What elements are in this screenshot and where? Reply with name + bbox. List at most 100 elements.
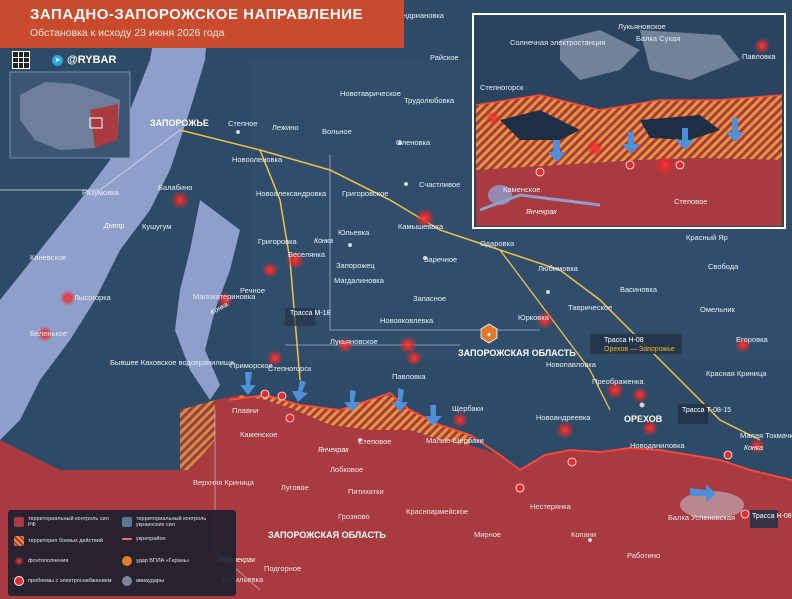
label-dnepr: Днепр	[103, 223, 125, 230]
legend-swatch-uav	[122, 556, 132, 566]
label-lysogorka: Лысогорка	[74, 293, 112, 302]
overview-minimap	[9, 71, 131, 159]
legend-ukrainian: территориальный контроль украинских сил	[122, 516, 230, 528]
legend: территориальный контроль сил РФ территор…	[8, 510, 236, 596]
label-groznovo: Грозново	[338, 512, 370, 521]
legend-swatch-ukrainian	[122, 517, 132, 528]
label-kopani: Копани	[571, 530, 596, 539]
label-konka-1: Конка	[314, 238, 333, 245]
legend-swatch-power	[14, 576, 24, 586]
label-nesteryanka: Нестерянка	[530, 502, 572, 511]
label-zarechnoe: Заречное	[424, 255, 457, 264]
label-orekhov: ОРЕХОВ	[624, 414, 663, 424]
label-novoolenovka: Новооленовка	[232, 155, 283, 164]
label-pyatikhatki: Пятихатки	[348, 487, 384, 496]
label-yurkovka: Юрковка	[518, 313, 550, 322]
label-h08-sub: Орехов — Запорожье	[604, 346, 675, 353]
label-olenovka: Оленовка	[396, 138, 431, 147]
strike-marker	[632, 387, 648, 403]
label-shcherbaki: Щербаки	[452, 404, 483, 413]
strike-marker	[452, 412, 468, 428]
label-balka-uspenovskaya: Балка Успеновская	[668, 513, 735, 522]
strike-marker	[556, 421, 574, 439]
qr-code-icon	[12, 51, 30, 69]
label-m18: Трасса М-18	[290, 310, 331, 317]
label-tavricheskoe: Таврическое	[568, 303, 612, 312]
label-verkhnyaya-krinitsa: Верхняя Криница	[193, 478, 255, 487]
strike-marker	[171, 191, 189, 209]
label-primorskoe: Приморское	[230, 361, 273, 370]
legend-power: проблемы с электроснабжением	[14, 576, 114, 586]
inset-label-pavlovka: Павловка	[742, 52, 776, 61]
inset-label-lukyanovskoe: Лукьяновское	[618, 22, 666, 31]
label-krasnoarmeyskoe: Красноармейское	[406, 507, 468, 516]
label-stepovoe: Степовое	[358, 437, 391, 446]
label-novoandreevka: Новоандреевка	[536, 413, 591, 422]
label-mirnoe: Мирное	[474, 530, 501, 539]
label-malaya-tokmachka: Малая Токмачка	[740, 431, 792, 440]
label-stepnogorsk: Степногорск	[268, 364, 312, 373]
label-h08-bottom: Трасса Н-08	[752, 513, 792, 520]
label-zapasnoe: Запасное	[413, 294, 446, 303]
label-t0815: Трасса Т-08-15	[682, 407, 731, 414]
legend-power-label: проблемы с электроснабжением	[28, 577, 112, 584]
label-novoaleksandrovka: Новоалександровка	[256, 189, 327, 198]
label-krasny-yar: Красный Яр	[686, 233, 728, 242]
label-belenkoe: Беленькое	[30, 329, 67, 338]
legend-uav: удар БПЛА «Герань»	[122, 556, 230, 566]
label-grigorovskoe: Григоровское	[342, 189, 388, 198]
brand-bar: ➤ @RYBAR	[12, 50, 116, 70]
label-kanevskoe: Каневское	[30, 253, 66, 262]
header-banner: ЗАПАДНО-ЗАПОРОЖСКОЕ НАПРАВЛЕНИЕ Обстанов…	[0, 0, 404, 48]
inset-label-solar: Солнечная электростанция	[510, 38, 606, 47]
legend-fortified-label: укрепрайон	[136, 536, 166, 542]
label-svoboda: Свобода	[708, 262, 739, 271]
label-magdalinovka: Магдалиновка	[334, 276, 385, 285]
inset-label-stepnogorsk: Степногорск	[480, 83, 524, 92]
label-krasnaya-krinitsa: Красная Криница	[706, 369, 767, 378]
label-podgornoe: Подгорное	[264, 564, 301, 573]
strike-marker	[262, 262, 278, 278]
label-andrianovka: Андриановка	[398, 11, 445, 20]
legend-strikes-label: фонтополнения	[28, 557, 69, 564]
label-grigorovka: Григоровка	[258, 237, 298, 246]
legend-swatch-russian	[14, 517, 24, 528]
label-kamyshevakha: Камышеваха	[398, 222, 444, 231]
label-zaporozhets: Запорожец	[336, 261, 375, 270]
legend-swatch-contested	[14, 536, 24, 546]
label-rayskoe: Райское	[430, 53, 459, 62]
label-omelnik: Омельник	[700, 305, 736, 314]
inset-label-kamenskoe: Каменское	[503, 185, 540, 194]
label-reservoir: Бывшее Каховское водохранилище	[110, 358, 234, 367]
label-rabotino: Работино	[627, 551, 660, 560]
label-lobkovoe: Лобковое	[330, 465, 363, 474]
label-konka-3: Конка	[744, 445, 763, 452]
legend-aviabomb-label: авиаудары	[136, 577, 164, 584]
label-razumovka: Разумовка	[82, 188, 120, 197]
label-stepnoe-n: Степное	[228, 119, 257, 128]
label-yulevka: Юльевка	[338, 228, 370, 237]
page-subtitle: Обстановка к исходу 23 июня 2026 года	[30, 27, 225, 39]
legend-swatch-fortified	[122, 538, 132, 541]
label-plavni: Плавни	[232, 406, 258, 415]
label-schastlivoe: Счастливое	[419, 180, 460, 189]
label-lezhino: Лежино	[272, 123, 299, 132]
inset-label-balka-sukhaya: Балка Сухая	[636, 34, 680, 43]
legend-swatch-aviabomb	[122, 576, 132, 586]
legend-russian: территориальный контроль сил РФ	[14, 516, 114, 528]
label-pavlovka: Павловка	[392, 372, 426, 381]
label-odarovka: Одаровка	[480, 239, 515, 248]
svg-text:✦: ✦	[486, 331, 492, 339]
label-novotavricheskoe: Новотаврическое	[340, 89, 401, 98]
label-novodanilovka: Новоданиловка	[630, 441, 685, 450]
label-yanchekrak-inset: Янчекрак	[525, 209, 557, 216]
legend-swatch-strikes	[14, 556, 24, 566]
brand-name: @RYBAR	[67, 54, 117, 66]
label-preobrazhenka: Преображенка	[592, 377, 644, 386]
page-title: ЗАПАДНО-ЗАПОРОЖСКОЕ НАПРАВЛЕНИЕ	[30, 6, 364, 23]
label-novoyakovlevka: Новояковлевка	[380, 316, 434, 325]
label-zaporozhye: ЗАПОРОЖЬЕ	[150, 118, 209, 128]
label-novopavlovka: Новопавловка	[546, 360, 597, 369]
legend-russian-label: территориальный контроль сил РФ	[28, 516, 109, 529]
label-h08: Трасса Н-08	[604, 337, 644, 344]
